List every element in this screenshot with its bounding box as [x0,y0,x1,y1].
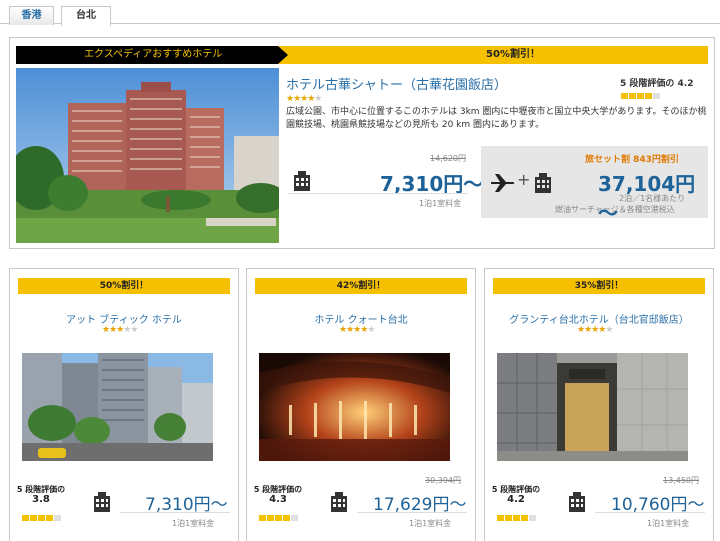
star-icon: ★ [314,94,322,104]
featured-hotel-photo[interactable] [16,68,279,243]
hotel-name[interactable]: ホテル クォート台北 [247,311,475,326]
guest-rating-bar [22,515,61,521]
featured-banner: エクスペディアおすすめホテル 50%割引！ [16,46,708,64]
hotel-icon [292,169,314,191]
city-tabs: 香港 台北 [0,0,720,26]
rating-segment [497,515,504,521]
original-price: 14,620円 [430,154,466,163]
guest-rating-bar [259,515,298,521]
rating-segment [259,515,266,521]
hotel-icon [533,171,555,193]
star-icon: ★ [605,325,613,335]
rating-segment [30,515,37,521]
price-note: 1泊1室料金 [419,199,462,208]
guest-rating-value: 3.8 [32,494,50,505]
rating-segment [529,515,536,521]
discount-badge: 35%割引！ [493,278,705,294]
tab-hongkong[interactable]: 香港 [9,6,54,25]
guest-rating-value: 4.2 [677,79,694,89]
guest-rating: 5 段階評価の 4.2 [491,485,541,505]
banner-arrow [278,46,288,64]
original-price: 13,450円 [663,476,699,485]
guest-rating-value: 4.2 [507,494,525,505]
discount-badge: 50%割引！ [278,46,708,64]
hotel-name[interactable]: グランティ台北ホテル（台北官邸飯店） [485,311,713,326]
discount-badge: 42%割引！ [255,278,467,294]
rating-segment [621,93,628,99]
discount-badge: 50%割引！ [18,278,230,294]
hotel-card[interactable]: 35%割引！ グランティ台北ホテル（台北官邸飯店） ★★★★★ 5 段階評価の … [484,268,714,541]
guest-rating: 5 段階評価の 3.8 [16,485,66,505]
rating-segment [653,93,660,99]
rating-segment [629,93,636,99]
package-deal-box[interactable]: 旅セット割 843円割引 + 37,104円～ 2泊／1名様あたり 燃油サーチャ… [481,146,708,225]
price-note: 1泊1室料金 [409,519,452,528]
price-note: 1泊1室料金 [647,519,690,528]
plane-icon [489,172,517,194]
guest-rating-value: 4.3 [269,494,287,505]
hotel-name[interactable]: アット ブティック ホテル [10,311,238,326]
package-note-taxes: 燃油サーチャージ＆各種空港税込 [555,205,675,214]
featured-hotel-description: 広域公園、市中心に位置するこのホテルは 3km 圏内に中壢夜市と国立中央大学があ… [286,107,707,130]
rating-segment [22,515,29,521]
hotel-icon [567,490,589,512]
rating-segment [267,515,274,521]
price-note: 1泊1室料金 [172,519,215,528]
plus-icon: + [517,170,531,189]
hotel-icon [329,490,351,512]
rating-segment [505,515,512,521]
star-icon: ★ [130,325,138,335]
price-divider [120,512,230,513]
rating-segment [54,515,61,521]
guest-rating-bar [497,515,536,521]
package-note-per-person: 2泊／1名様あたり [619,194,686,203]
rating-segment [637,93,644,99]
rating-segment [46,515,53,521]
hotel-card[interactable]: 50%割引！ アット ブティック ホテル ★★★★★ 5 段階評価の 3.8 7… [9,268,239,541]
guest-rating-bar [621,93,660,99]
rating-segment [283,515,290,521]
featured-hotel-name[interactable]: ホテル古華シャトー（古華花園飯店） [286,74,507,93]
guest-rating-label: 5 段階評価の 4.2 [620,79,694,89]
package-discount-label: 旅セット割 843円割引 [585,155,679,165]
rating-segment [521,515,528,521]
tab-taipei[interactable]: 台北 [61,6,111,26]
star-rating: ★★★★★ [286,94,322,104]
featured-hotel-panel: エクスペディアおすすめホテル 50%割引！ ホテル古華シャトー（古華花園飯店） … [9,37,715,249]
star-rating: ★★★★★ [577,325,613,335]
rating-segment [275,515,282,521]
original-price: 30,394円 [425,476,461,485]
rating-segment [38,515,45,521]
rating-segment [513,515,520,521]
recommended-label: エクスペディアおすすめホテル [16,46,278,64]
rating-segment [291,515,298,521]
hotel-photo[interactable] [22,353,213,461]
price-divider [288,193,468,194]
hotel-card[interactable]: 42%割引！ ホテル クォート台北 ★★★★★ 5 段階評価の 4.3 30,3… [246,268,476,541]
guest-rating: 5 段階評価の 4.3 [253,485,303,505]
hotel-photo[interactable] [497,353,688,461]
star-rating: ★★★★★ [339,325,375,335]
rating-segment [645,93,652,99]
price-divider [595,512,705,513]
hotel-photo[interactable] [259,353,450,461]
star-rating: ★★★★★ [102,325,138,335]
price-divider [357,512,467,513]
star-icon: ★ [367,325,375,335]
hotel-icon [92,490,114,512]
